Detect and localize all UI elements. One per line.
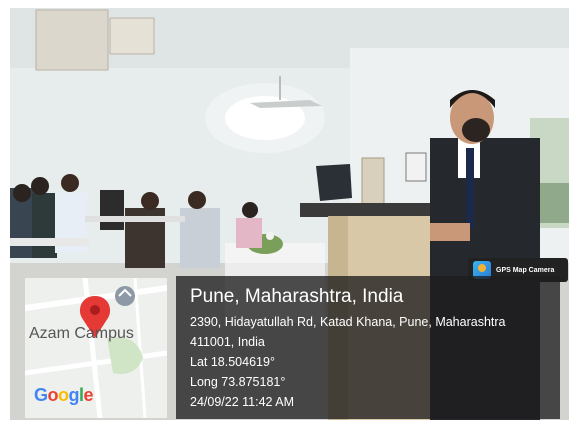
badge-label: GPS Map Camera	[496, 266, 555, 274]
address-line-2: 411001, India	[190, 335, 265, 349]
address-line-1: 2390, Hidayatullah Rd, Katad Khana, Pune…	[190, 315, 506, 329]
latitude: Lat 18.504619°	[190, 355, 275, 369]
photo-frame: GPS Map Camera Azam Campus Google Pune, …	[0, 0, 577, 428]
map-place-label: Azam Campus	[29, 325, 134, 342]
location-map-thumbnail: Azam Campus Google	[25, 278, 167, 418]
timestamp: 24/09/22 11:42 AM	[190, 395, 295, 409]
location-info-panel: Pune, Maharashtra, India 2390, Hidayatul…	[176, 276, 560, 419]
google-logo: Google	[34, 385, 94, 405]
longitude: Long 73.875181°	[190, 375, 286, 389]
location-title: Pune, Maharashtra, India	[190, 286, 404, 307]
